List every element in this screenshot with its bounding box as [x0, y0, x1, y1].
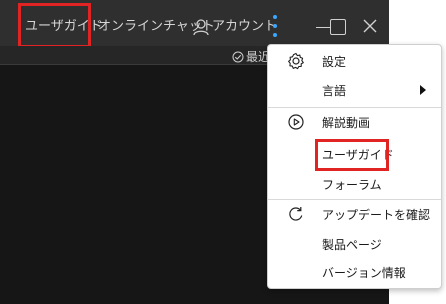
recent-filter[interactable]: 最近	[232, 48, 270, 65]
menu-item-version-info[interactable]: バージョン情報	[268, 259, 441, 285]
menu-separator	[268, 199, 441, 200]
menu-item-settings[interactable]: 設定	[268, 48, 441, 74]
highlight-box-menu	[315, 139, 389, 171]
check-update-label: アップデートを確認	[322, 207, 431, 222]
menu-item-tutorial-video[interactable]: 解説動画	[268, 109, 441, 135]
gear-icon	[286, 51, 306, 71]
menu-item-check-update[interactable]: アップデートを確認	[268, 201, 441, 227]
play-circle-icon	[286, 112, 306, 132]
close-icon[interactable]	[362, 18, 378, 34]
highlight-box-top	[18, 3, 91, 48]
menu-separator	[268, 107, 441, 108]
submenu-arrow-icon	[420, 85, 426, 95]
menu-item-forum[interactable]: フォーラム	[268, 171, 441, 197]
user-icon	[193, 18, 209, 35]
version-info-label: バージョン情報	[322, 265, 406, 280]
tutorial-video-label: 解説動画	[322, 115, 371, 130]
account-button[interactable]: アカウント	[193, 18, 277, 36]
account-label: アカウント	[212, 19, 278, 34]
dropdown-menu: 設定 言語 解説動画 ユーザガイド フォーラム アップデートを確認 製品ページ …	[267, 44, 442, 289]
settings-label: 設定	[322, 54, 347, 69]
menu-item-products[interactable]: 製品ページ	[268, 231, 441, 257]
more-vertical-icon[interactable]	[273, 15, 277, 37]
minimize-icon[interactable]	[316, 27, 330, 28]
refresh-icon	[286, 204, 306, 224]
products-label: 製品ページ	[322, 237, 382, 252]
forum-label: フォーラム	[322, 177, 382, 192]
language-label: 言語	[322, 83, 347, 98]
menu-item-language[interactable]: 言語	[268, 77, 441, 103]
check-circle-icon	[232, 51, 244, 62]
maximize-icon[interactable]	[330, 19, 346, 35]
